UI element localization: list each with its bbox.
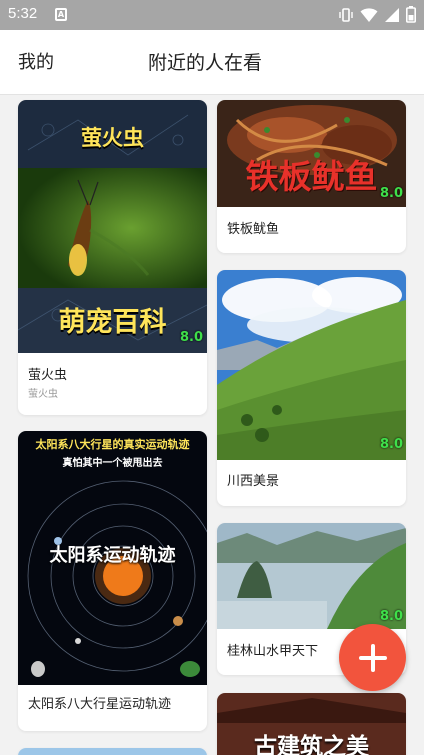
signal-icon (385, 7, 399, 22)
video-card-architecture[interactable]: 古建筑之美 (217, 693, 406, 755)
add-button[interactable] (339, 624, 406, 691)
video-thumbnail: 铁板鱿鱼 8.0 (217, 100, 406, 207)
thumbnail-overlay: 铁板鱿鱼 (245, 157, 378, 196)
notification-icon: A (55, 8, 67, 21)
plus-icon (358, 643, 387, 672)
video-card-firefly[interactable]: 萤火虫 萌宠百科 8.0 萤火虫 萤火虫 (18, 100, 207, 415)
card-title: 川西美景 (227, 474, 280, 489)
mine-button[interactable]: 我的 (18, 48, 54, 74)
video-thumbnail: 8.0 (217, 523, 406, 629)
score-badge: 8.0 (380, 437, 404, 452)
video-thumbnail: 8.0 (217, 270, 406, 460)
card-title: 萤火虫 (28, 368, 68, 383)
video-card-squid[interactable]: 铁板鱿鱼 8.0 铁板鱿鱼 (217, 100, 406, 253)
thumbnail-overlay-center: 太阳系运动轨迹 (49, 545, 176, 566)
thumbnail-overlay-line1: 太阳系八大行星的真实运动轨迹 (35, 438, 190, 451)
wifi-icon (360, 7, 378, 22)
status-bar: 5:32 A (0, 0, 424, 30)
video-thumbnail (18, 748, 207, 755)
card-title: 太阳系八大行星运动轨迹 (28, 697, 172, 712)
card-subtitle: 萤火虫 (28, 389, 58, 400)
score-badge: 8.0 (380, 186, 404, 201)
thumbnail-overlay-line2: 真怕其中一个被甩出去 (62, 458, 163, 469)
score-badge: 8.0 (180, 330, 204, 345)
thumbnail-overlay: 古建筑之美 (254, 734, 369, 755)
card-title: 铁板鱿鱼 (227, 222, 280, 237)
battery-icon (406, 6, 416, 23)
score-badge: 8.0 (380, 609, 404, 624)
video-thumbnail: 萤火虫 萌宠百科 8.0 (18, 100, 207, 353)
thumbnail-overlay-top: 萤火虫 (81, 126, 144, 150)
video-card-solar-system[interactable]: 太阳系八大行星的真实运动轨迹 真怕其中一个被甩出去 太阳系运动轨迹 太阳系八大行… (18, 431, 207, 731)
video-card-partial[interactable] (18, 748, 207, 755)
video-thumbnail: 古建筑之美 (217, 693, 406, 755)
thumbnail-overlay-bottom: 萌宠百科 (58, 307, 167, 338)
status-icons (338, 6, 416, 23)
card-title: 桂林山水甲天下 (227, 644, 319, 659)
video-card-landscape[interactable]: 8.0 川西美景 (217, 270, 406, 506)
video-thumbnail: 太阳系八大行星的真实运动轨迹 真怕其中一个被甩出去 太阳系运动轨迹 (18, 431, 207, 685)
status-time: 5:32 (8, 5, 38, 22)
title-bar: 我的 附近的人在看 (0, 30, 424, 95)
page-title: 附近的人在看 (148, 52, 263, 74)
vibrate-icon (339, 7, 353, 22)
